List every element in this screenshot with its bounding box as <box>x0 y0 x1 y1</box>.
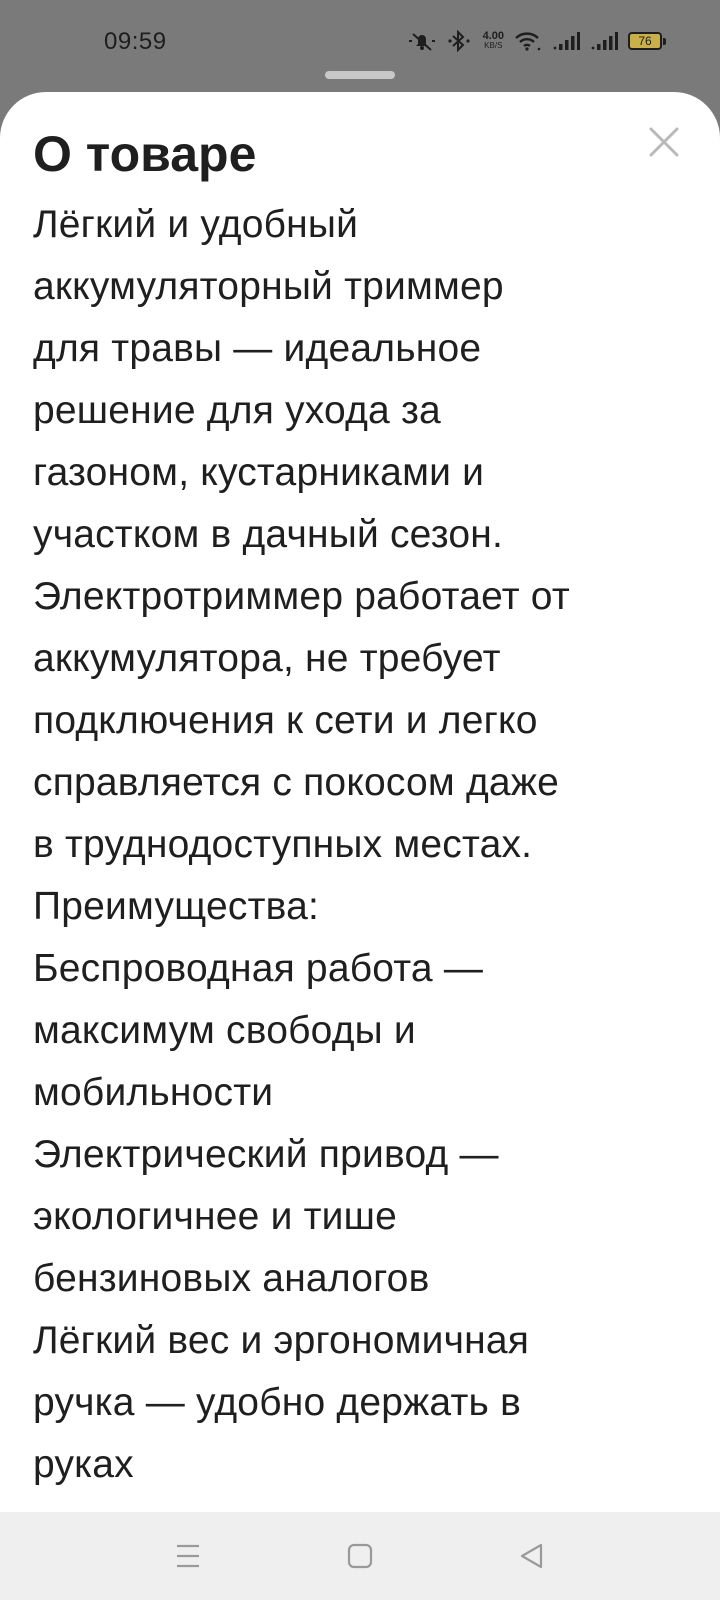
net-speed-value: 4.00 <box>482 30 504 42</box>
sheet-title: О товаре <box>33 126 257 182</box>
product-description: Лёгкий и удобный аккумуляторный триммер … <box>33 194 685 1496</box>
battery-icon: 76 <box>628 32 666 50</box>
system-nav-bar <box>0 1512 720 1600</box>
signal-icon <box>590 30 618 52</box>
menu-button[interactable] <box>164 1532 212 1580</box>
description-line: решение для ухода за <box>33 389 441 432</box>
close-button[interactable] <box>646 124 682 160</box>
description-line: Лёгкий вес и эргономичная <box>33 1319 530 1362</box>
description-line: ручка — удобно держать в <box>33 1381 521 1424</box>
bluetooth-icon <box>447 30 473 52</box>
description-line: подключения к сети и легко <box>33 699 538 742</box>
description-line: бензиновых аналогов <box>33 1257 430 1300</box>
description-line: аккумуляторный триммер <box>33 265 504 308</box>
description-line: Лёгкий и удобный <box>33 203 359 246</box>
status-time: 09:59 <box>104 28 167 55</box>
signal-icon <box>552 30 580 52</box>
product-info-sheet: О товаре Лёгкий и удобный аккумуляторный… <box>0 92 720 1512</box>
description-line: максимум свободы и <box>33 1009 416 1052</box>
description-line: аккумулятора, не требует <box>33 637 501 680</box>
description-line: мобильности <box>33 1071 274 1114</box>
description-line: для травы — идеальное <box>33 327 482 370</box>
back-triangle-icon <box>520 1543 543 1569</box>
net-speed: 4.00 KB/S <box>483 31 504 51</box>
description-line: участком в дачный сезон. <box>33 513 504 556</box>
status-icons: 4.00 KB/S 76 <box>407 30 666 52</box>
mute-notifications-icon <box>407 30 437 52</box>
status-bar: 09:59 4.00 KB/S 76 <box>0 0 720 92</box>
home-square-icon <box>347 1543 373 1569</box>
wifi-icon <box>514 30 542 52</box>
description-line: Электрический привод — <box>33 1133 499 1176</box>
description-line: Электротриммер работает от <box>33 575 570 618</box>
battery-level: 76 <box>638 34 652 48</box>
menu-icon <box>177 1544 199 1568</box>
description-line: газоном, кустарниками и <box>33 451 485 494</box>
advantages-heading: Преимущества: <box>33 885 320 928</box>
net-speed-unit: KB/S <box>484 41 503 50</box>
home-button[interactable] <box>336 1532 384 1580</box>
close-icon <box>649 127 679 157</box>
drag-handle[interactable] <box>325 71 395 79</box>
description-line: экологичнее и тише <box>33 1195 398 1238</box>
description-line: Беспроводная работа — <box>33 947 484 990</box>
back-button[interactable] <box>508 1532 556 1580</box>
description-line: руках <box>33 1443 134 1486</box>
description-line: в труднодоступных местах. <box>33 823 533 866</box>
description-line: справляется с покосом даже <box>33 761 560 804</box>
